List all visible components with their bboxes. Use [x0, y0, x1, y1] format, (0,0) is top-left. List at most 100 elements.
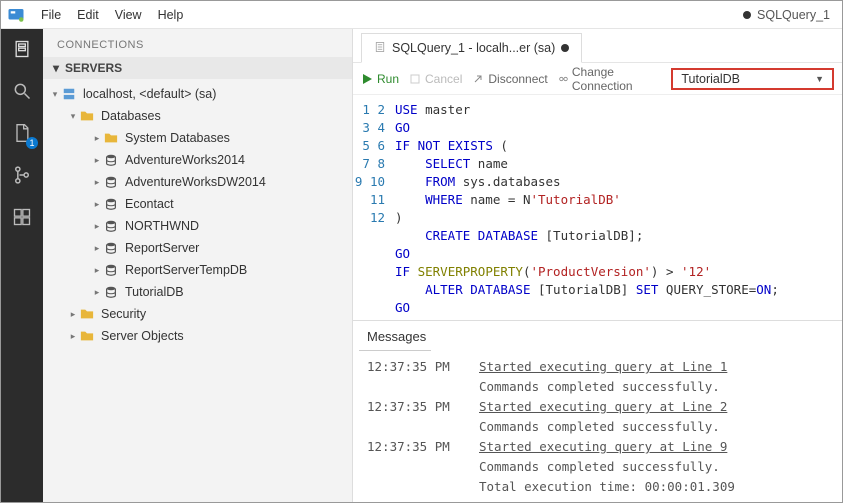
servers-icon[interactable] — [10, 37, 34, 61]
database-icon — [103, 174, 119, 190]
database-icon — [103, 196, 119, 212]
tree-databases-node[interactable]: ▾ Databases — [43, 105, 352, 127]
message-text: Commands completed successfully. — [479, 457, 720, 477]
folder-icon — [79, 306, 95, 322]
tree-item-label: ReportServerTempDB — [125, 263, 247, 277]
message-timestamp — [367, 477, 455, 497]
caret-right-icon: ▸ — [91, 199, 103, 210]
file-badge: 1 — [26, 137, 38, 149]
message-row: Commands completed successfully. — [367, 457, 834, 477]
message-timestamp: 12:37:35 PM — [367, 397, 455, 417]
caret-right-icon: ▸ — [91, 221, 103, 232]
caret-right-icon: ▸ — [91, 243, 103, 254]
database-icon — [103, 240, 119, 256]
message-text: Started executing query at Line 9 — [479, 437, 727, 457]
tree-server-objects-node[interactable]: ▸ Server Objects — [43, 325, 352, 347]
server-icon — [61, 86, 77, 102]
disconnect-button[interactable]: Disconnect — [472, 72, 547, 86]
tree-db-node[interactable]: ▸ReportServerTempDB — [43, 259, 352, 281]
message-row: 12:37:35 PM Started executing query at Li… — [367, 397, 834, 417]
tree-server-node[interactable]: ▾ localhost, <default> (sa) — [43, 83, 352, 105]
tree-db-node[interactable]: ▸NORTHWND — [43, 215, 352, 237]
tree-db-node[interactable]: ▸AdventureWorksDW2014 — [43, 171, 352, 193]
folder-icon — [79, 328, 95, 344]
messages-body[interactable]: 12:37:35 PM Started executing query at Li… — [359, 351, 842, 502]
message-text: Started executing query at Line 2 — [479, 397, 727, 417]
menu-help[interactable]: Help — [150, 4, 192, 26]
sql-file-icon — [374, 41, 386, 56]
app-logo-icon — [7, 6, 25, 24]
security-label: Security — [101, 307, 146, 321]
message-text: Total execution time: 00:00:01.309 — [479, 477, 735, 497]
folder-icon — [103, 130, 119, 146]
database-icon — [103, 152, 119, 168]
line-number-gutter: 1 2 3 4 5 6 7 8 9 10 11 12 — [353, 95, 395, 320]
activity-bar: 1 — [1, 29, 43, 502]
tree-db-node[interactable]: ▸ System Databases — [43, 127, 352, 149]
message-row: 12:37:35 PM Started executing query at Li… — [367, 357, 834, 377]
message-text: Started executing query at Line 1 — [479, 357, 727, 377]
servers-section-header[interactable]: ▾ SERVERS — [43, 57, 352, 79]
message-timestamp: 12:37:35 PM — [367, 437, 455, 457]
extensions-icon[interactable] — [10, 205, 34, 229]
code-content[interactable]: USE master GO IF NOT EXISTS ( SELECT nam… — [395, 95, 842, 320]
database-icon — [103, 284, 119, 300]
message-timestamp — [367, 457, 455, 477]
search-icon[interactable] — [10, 79, 34, 103]
caret-right-icon: ▸ — [91, 133, 103, 144]
source-control-icon[interactable] — [10, 163, 34, 187]
connections-tree: ▾ localhost, <default> (sa) ▾ Databases … — [43, 79, 352, 347]
message-timestamp — [367, 417, 455, 437]
server-objects-label: Server Objects — [101, 329, 184, 343]
tree-db-node[interactable]: ▸ ReportServer — [43, 237, 352, 259]
tree-db-node[interactable]: ▸TutorialDB — [43, 281, 352, 303]
caret-down-icon: ▾ — [49, 89, 61, 100]
change-connection-button[interactable]: Change Connection — [558, 65, 662, 93]
caret-right-icon: ▸ — [67, 331, 79, 342]
message-text: Commands completed successfully. — [479, 377, 720, 397]
change-connection-label: Change Connection — [572, 65, 662, 93]
dirty-indicator-icon — [743, 11, 751, 19]
tree-item-label: System Databases — [125, 131, 230, 145]
tab-label: SQLQuery_1 - localh...er (sa) — [392, 41, 555, 55]
cancel-button: Cancel — [409, 72, 462, 86]
caret-down-icon: ▾ — [67, 111, 79, 122]
menu-view[interactable]: View — [107, 4, 150, 26]
tree-item-label: Econtact — [125, 197, 174, 211]
code-editor[interactable]: 1 2 3 4 5 6 7 8 9 10 11 12 USE master GO… — [353, 95, 842, 320]
disconnect-label: Disconnect — [488, 72, 547, 86]
database-icon — [103, 218, 119, 234]
servers-section-label: SERVERS — [65, 61, 122, 75]
database-select-value: TutorialDB — [681, 72, 740, 86]
message-row: Total execution time: 00:00:01.309 — [367, 477, 834, 497]
messages-title[interactable]: Messages — [359, 327, 431, 351]
side-panel: CONNECTIONS ▾ SERVERS ▾ localhost, <defa… — [43, 29, 353, 502]
tree-security-node[interactable]: ▸ Security — [43, 303, 352, 325]
chevron-down-icon: ▼ — [815, 74, 824, 84]
message-row: Commands completed successfully. — [367, 417, 834, 437]
caret-right-icon: ▸ — [67, 309, 79, 320]
tree-item-label: ReportServer — [125, 241, 199, 255]
messages-pane: Messages 12:37:35 PM Started executing qu… — [353, 320, 842, 502]
caret-down-icon: ▾ — [53, 61, 59, 75]
editor-tab[interactable]: SQLQuery_1 - localh...er (sa) — [361, 33, 582, 63]
server-label: localhost, <default> (sa) — [83, 87, 216, 101]
tree-item-label: AdventureWorks2014 — [125, 153, 245, 167]
database-select[interactable]: TutorialDB ▼ — [671, 68, 834, 90]
window-title-text: SQLQuery_1 — [757, 8, 830, 22]
file-icon[interactable]: 1 — [10, 121, 34, 145]
menu-file[interactable]: File — [33, 4, 69, 26]
run-button[interactable]: Run — [361, 72, 399, 86]
tree-db-node[interactable]: ▸AdventureWorks2014 — [43, 149, 352, 171]
menubar: File Edit View Help SQLQuery_1 — [1, 1, 842, 29]
cancel-label: Cancel — [425, 72, 462, 86]
editor-area: SQLQuery_1 - localh...er (sa) Run Cancel… — [353, 29, 842, 502]
run-label: Run — [377, 72, 399, 86]
message-timestamp: 12:37:35 PM — [367, 357, 455, 377]
tree-item-label: AdventureWorksDW2014 — [125, 175, 266, 189]
menu-edit[interactable]: Edit — [69, 4, 107, 26]
databases-label: Databases — [101, 109, 161, 123]
tree-db-node[interactable]: ▸ Econtact — [43, 193, 352, 215]
message-row: 12:37:35 PM Started executing query at Li… — [367, 437, 834, 457]
tree-item-label: TutorialDB — [125, 285, 184, 299]
